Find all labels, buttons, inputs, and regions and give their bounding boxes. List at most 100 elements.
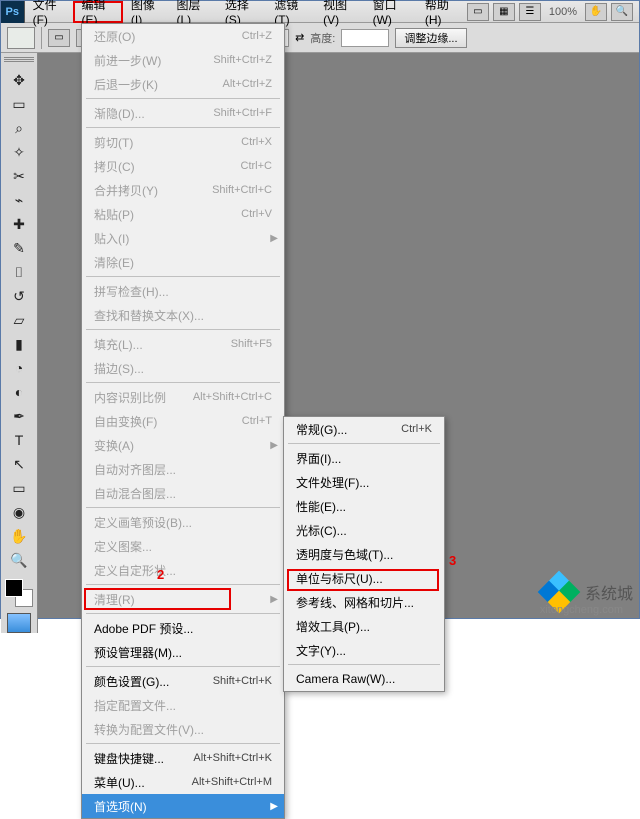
- menu-window[interactable]: 窗口(W): [365, 1, 417, 23]
- 3d-tool-icon[interactable]: ◉: [7, 501, 31, 523]
- menu-item-label: 剪切(T): [94, 134, 133, 151]
- menu-item-label: 还原(O): [94, 28, 135, 45]
- hand-tool-icon[interactable]: ✋: [7, 525, 31, 547]
- screenmode-icon[interactable]: ▦: [493, 3, 515, 21]
- menu-select[interactable]: 选择(S): [217, 1, 266, 23]
- menu-shortcut: Ctrl+V: [241, 208, 272, 220]
- type-tool-icon[interactable]: T: [7, 429, 31, 451]
- pen-tool-icon[interactable]: ✒: [7, 405, 31, 427]
- edit-menu-item[interactable]: Adobe PDF 预设...: [82, 616, 284, 640]
- marquee-tool-icon[interactable]: ▭: [7, 93, 31, 115]
- heal-tool-icon[interactable]: ✚: [7, 213, 31, 235]
- menu-help[interactable]: 帮助(H): [417, 1, 467, 23]
- menu-edit[interactable]: 编辑(E): [73, 1, 122, 23]
- menu-view[interactable]: 视图(V): [315, 1, 364, 23]
- swap-icon[interactable]: ⇄: [295, 31, 304, 44]
- menu-shortcut: Alt+Ctrl+Z: [222, 78, 272, 90]
- quickmask-icon[interactable]: [7, 613, 31, 633]
- menu-item-label: 透明度与色域(T)...: [296, 546, 393, 563]
- prefs-menu-item[interactable]: Camera Raw(W)...: [284, 667, 444, 691]
- zoom-level[interactable]: 100%: [545, 6, 581, 18]
- toolbox-handle-icon[interactable]: [4, 57, 34, 63]
- edit-menu-item: 内容识别比例Alt+Shift+Ctrl+C: [82, 385, 284, 409]
- color-swatches[interactable]: [5, 579, 33, 607]
- prefs-menu-item[interactable]: 界面(I)...: [284, 446, 444, 470]
- marquee-rect-icon[interactable]: ▭: [48, 29, 70, 47]
- edit-menu-item: 定义画笔预设(B)...: [82, 510, 284, 534]
- prefs-menu-item[interactable]: 单位与标尺(U)...: [284, 566, 444, 590]
- menu-separator: [86, 507, 280, 508]
- menu-shortcut: Shift+Ctrl+F: [213, 107, 272, 119]
- prefs-menu-item[interactable]: 光标(C)...: [284, 518, 444, 542]
- menu-item-label: 常规(G)...: [296, 421, 347, 438]
- eraser-tool-icon[interactable]: ▱: [7, 309, 31, 331]
- docmode-icon[interactable]: ▭: [467, 3, 489, 21]
- edit-menu-item: 渐隐(D)...Shift+Ctrl+F: [82, 101, 284, 125]
- menu-item-label: Camera Raw(W)...: [296, 672, 395, 686]
- edit-menu-item: 合并拷贝(Y)Shift+Ctrl+C: [82, 178, 284, 202]
- prefs-menu-item[interactable]: 性能(E)...: [284, 494, 444, 518]
- brush-tool-icon[interactable]: ✎: [7, 237, 31, 259]
- fg-swatch[interactable]: [5, 579, 23, 597]
- edit-menu-item[interactable]: 颜色设置(G)...Shift+Ctrl+K: [82, 669, 284, 693]
- prefs-menu-item[interactable]: 文件处理(F)...: [284, 470, 444, 494]
- eyedropper-tool-icon[interactable]: ⌁: [7, 189, 31, 211]
- menu-shortcut: Shift+Ctrl+K: [213, 675, 272, 687]
- gradient-tool-icon[interactable]: ▮: [7, 333, 31, 355]
- edit-menu-item[interactable]: 首选项(N)▶: [82, 794, 284, 818]
- stamp-tool-icon[interactable]: ⌷: [7, 261, 31, 283]
- menu-item-label: 转换为配置文件(V)...: [94, 721, 204, 738]
- lasso-tool-icon[interactable]: ⌕: [7, 117, 31, 139]
- edit-menu-item[interactable]: 键盘快捷键...Alt+Shift+Ctrl+K: [82, 746, 284, 770]
- preferences-submenu: 常规(G)...Ctrl+K 界面(I)...文件处理(F)... 性能(E)...…: [283, 416, 445, 692]
- watermark-url: xitongcheng.com: [540, 604, 623, 616]
- menu-item-label: 性能(E)...: [296, 498, 346, 515]
- shape-tool-icon[interactable]: ▭: [7, 477, 31, 499]
- tool-preset-icon[interactable]: [7, 27, 35, 49]
- menu-layer[interactable]: 图层(L): [168, 1, 216, 23]
- annotation-number-2: 2: [157, 567, 164, 582]
- menu-separator: [86, 127, 280, 128]
- path-tool-icon[interactable]: ↖: [7, 453, 31, 475]
- menu-shortcut: Alt+Shift+Ctrl+K: [193, 752, 272, 764]
- menu-item-label: 定义画笔预设(B)...: [94, 514, 192, 531]
- edit-menu-item: 定义图案...: [82, 534, 284, 558]
- edit-menu-item: 查找和替换文本(X)...: [82, 303, 284, 327]
- zoom-tool-icon[interactable]: 🔍: [611, 3, 633, 21]
- ps-logo-icon: Ps: [1, 1, 25, 23]
- move-tool-icon[interactable]: ✥: [7, 69, 31, 91]
- prefs-menu-item[interactable]: 透明度与色域(T)...: [284, 542, 444, 566]
- refine-edge-button[interactable]: 调整边缘...: [395, 28, 466, 48]
- edit-menu-item: 自由变换(F)Ctrl+T: [82, 409, 284, 433]
- menu-item-label: 文字(Y)...: [296, 642, 346, 659]
- prefs-menu-item[interactable]: 参考线、网格和切片...: [284, 590, 444, 614]
- menu-item-label: 预设管理器(M)...: [94, 644, 182, 661]
- blur-tool-icon[interactable]: ◔: [7, 357, 31, 379]
- dodge-tool-icon[interactable]: ◐: [7, 381, 31, 403]
- menu-image[interactable]: 图像(I): [123, 1, 169, 23]
- edit-menu-item: 还原(O)Ctrl+Z: [82, 24, 284, 48]
- toolbox: ✥ ▭ ⌕ ✧ ✂ ⌁ ✚ ✎ ⌷ ↺ ▱ ▮ ◔ ◐ ✒ T ↖ ▭ ◉ ✋ …: [1, 53, 38, 633]
- crop-tool-icon[interactable]: ✂: [7, 165, 31, 187]
- menu-filter[interactable]: 滤镜(T): [266, 1, 315, 23]
- prefs-menu-item[interactable]: 常规(G)...Ctrl+K: [284, 417, 444, 441]
- edit-menu-item[interactable]: 预设管理器(M)...: [82, 640, 284, 664]
- history-brush-tool-icon[interactable]: ↺: [7, 285, 31, 307]
- menu-item-label: 查找和替换文本(X)...: [94, 307, 204, 324]
- zoom-tool-icon[interactable]: 🔍: [7, 549, 31, 571]
- menu-item-label: 菜单(U)...: [94, 774, 145, 791]
- menu-item-label: 增效工具(P)...: [296, 618, 370, 635]
- prefs-menu-item[interactable]: 文字(Y)...: [284, 638, 444, 662]
- menu-separator: [288, 443, 440, 444]
- menu-separator: [86, 666, 280, 667]
- menu-file[interactable]: 文件(F): [25, 1, 74, 23]
- edit-menu-item[interactable]: 菜单(U)...Alt+Shift+Ctrl+M: [82, 770, 284, 794]
- menu-item-label: 拷贝(C): [94, 158, 135, 175]
- wand-tool-icon[interactable]: ✧: [7, 141, 31, 163]
- height-field[interactable]: [341, 29, 389, 47]
- menu-shortcut: Ctrl+X: [241, 136, 272, 148]
- arrange-icon[interactable]: ☰: [519, 3, 541, 21]
- menu-item-label: 自由变换(F): [94, 413, 157, 430]
- hand-tool-icon[interactable]: ✋: [585, 3, 607, 21]
- prefs-menu-item[interactable]: 增效工具(P)...: [284, 614, 444, 638]
